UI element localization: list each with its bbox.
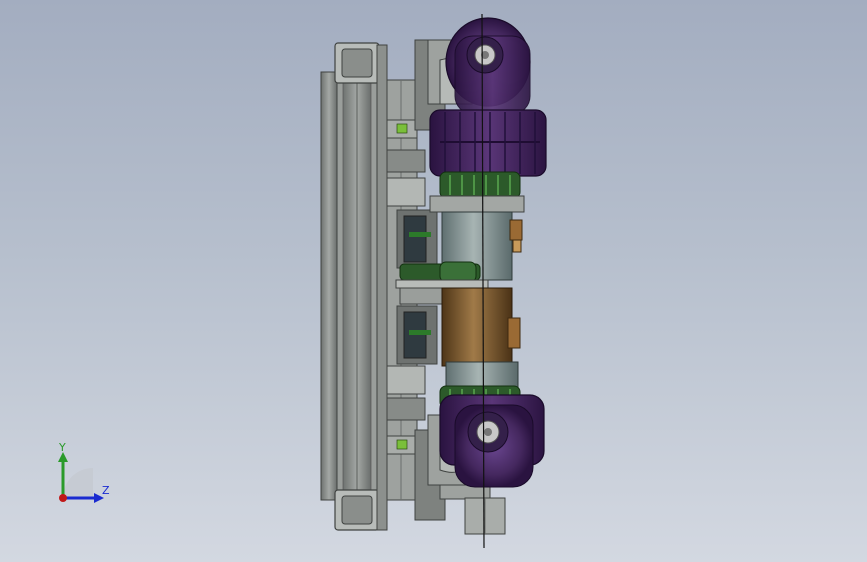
graphics-viewport[interactable]: Y Z [0, 0, 867, 562]
belt-plate[interactable] [395, 261, 489, 289]
shaft-stub[interactable] [464, 497, 506, 535]
sprocket-top[interactable] [439, 171, 521, 199]
cad-assembly-model[interactable] [0, 0, 867, 562]
coordinate-triad: Y Z [50, 440, 120, 510]
tube-end-bottom[interactable] [334, 489, 380, 531]
axis-label-z: Z [102, 484, 110, 497]
side-rail[interactable] [320, 69, 378, 503]
wheel-bottom[interactable] [439, 394, 545, 488]
gearbox[interactable] [441, 287, 521, 393]
tube-end-top[interactable] [334, 42, 380, 84]
axis-label-y: Y [59, 441, 66, 454]
wheel-top[interactable] [445, 17, 531, 115]
wheel-top-tread[interactable] [429, 109, 547, 177]
